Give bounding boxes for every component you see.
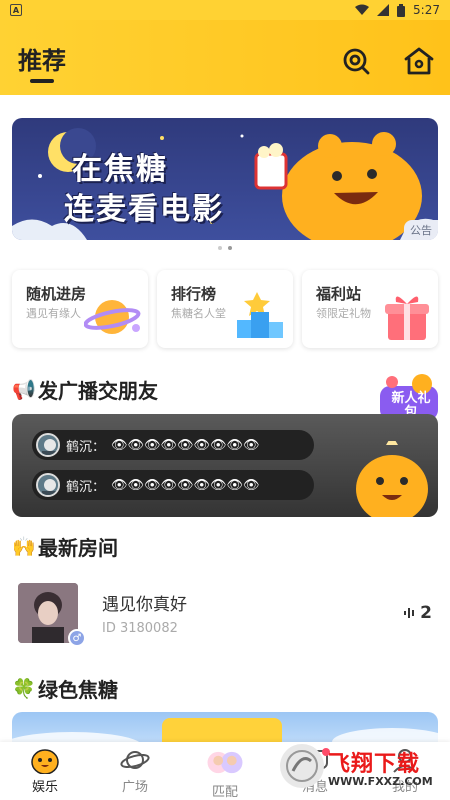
entry-title: 随机进房 [26, 285, 87, 303]
room-online-count: 2 [404, 603, 432, 623]
watermark: 飞翔下载 WWW.FXXZ.COM [280, 742, 440, 800]
promo-banner[interactable]: 在焦糖 连麦看电影 公告 [12, 118, 438, 240]
broadcast-section-title: 📢 发广播交朋友 [12, 375, 158, 404]
entry-title: 福利站 [316, 285, 362, 303]
room-name: 遇见你真好 [102, 595, 187, 615]
welfare-card[interactable]: 福利站 领限定礼物 [302, 270, 438, 348]
tab-square[interactable]: 广场 [90, 742, 180, 800]
match-tab-icon [207, 751, 243, 774]
section-title-text: 绿色焦糖 [38, 678, 118, 702]
message-text: 👁👁👁👁👁👁👁👁👁 [111, 437, 260, 453]
tab-indicator [30, 79, 54, 83]
entry-title: 排行榜 [171, 285, 217, 303]
broadcast-message[interactable]: 鹤沉： 👁👁👁👁👁👁👁👁👁 [32, 430, 314, 460]
tab-entertainment[interactable]: 娱乐 [0, 742, 90, 800]
search-button[interactable] [340, 45, 372, 77]
latest-rooms-title: 🙌 最新房间 [12, 532, 118, 561]
planet-icon [84, 300, 141, 334]
watermark-logo [280, 744, 324, 788]
page-title[interactable]: 推荐 [18, 41, 66, 76]
avatar [36, 433, 60, 457]
pager-dot-active [228, 246, 232, 250]
leaderboard-card[interactable]: 排行榜 焦糖名人堂 [157, 270, 293, 348]
megaphone-icon: 📢 [12, 379, 36, 401]
notification-icon: A [10, 4, 22, 16]
banner-headline-2: 连麦看电影 [64, 192, 224, 227]
tab-label: 娱乐 [31, 780, 58, 795]
broadcast-panel[interactable]: 鹤沉： 👁👁👁👁👁👁👁👁👁 鹤沉： 👁👁👁👁👁👁👁👁👁 [12, 414, 438, 517]
top-header: 推荐 [0, 20, 450, 95]
section-title-text: 最新房间 [38, 536, 118, 560]
entry-subtitle: 焦糖名人堂 [171, 307, 226, 320]
home-button[interactable] [403, 45, 435, 77]
entry-subtitle: 领限定礼物 [316, 307, 371, 320]
battery-icon [397, 3, 406, 17]
message-text: 👁👁👁👁👁👁👁👁👁 [111, 477, 260, 493]
green-section-title: 🍀 绿色焦糖 [12, 674, 118, 703]
watermark-text: 飞翔下载 [328, 752, 421, 777]
male-icon: ♂ [68, 629, 86, 647]
watermark-url: WWW.FXXZ.COM [328, 775, 433, 788]
planet-tab-icon [120, 751, 150, 769]
tab-label: 匹配 [211, 785, 238, 800]
avatar [36, 473, 60, 497]
home-icon [404, 47, 434, 75]
random-room-card[interactable]: 随机进房 遇见有缘人 [12, 270, 148, 348]
search-icon [343, 48, 370, 75]
sender-name: 鹤沉： [66, 479, 106, 495]
room-list-item[interactable]: ♂ 遇见你真好 ID 3180082 2 [0, 575, 450, 655]
mascot-icon [356, 441, 428, 517]
section-title-text: 发广播交朋友 [38, 379, 158, 403]
tab-match[interactable]: 匹配 [180, 742, 270, 800]
clover-icon: 🍀 [12, 678, 36, 700]
banner-pager [0, 246, 450, 250]
banner-headline-1: 在焦糖 [72, 152, 168, 187]
entry-subtitle: 遇见有缘人 [26, 307, 81, 320]
pager-dot [218, 246, 222, 250]
mascot-tab-icon [31, 749, 59, 774]
signal-icon [377, 4, 390, 16]
gift-icon [385, 296, 429, 340]
audio-wave-icon [404, 608, 415, 618]
sender-name: 鹤沉： [66, 439, 106, 455]
room-id: ID 3180082 [102, 621, 178, 636]
raised-hands-icon: 🙌 [12, 536, 36, 558]
count-value: 2 [420, 603, 432, 623]
wifi-icon [355, 4, 370, 15]
announcement-badge: 公告 [404, 220, 438, 240]
tab-label: 广场 [121, 780, 148, 795]
podium-icon [237, 292, 283, 338]
clock: 5:27 [413, 3, 440, 17]
broadcast-message[interactable]: 鹤沉： 👁👁👁👁👁👁👁👁👁 [32, 470, 314, 500]
status-bar: A 5:27 [0, 0, 450, 20]
